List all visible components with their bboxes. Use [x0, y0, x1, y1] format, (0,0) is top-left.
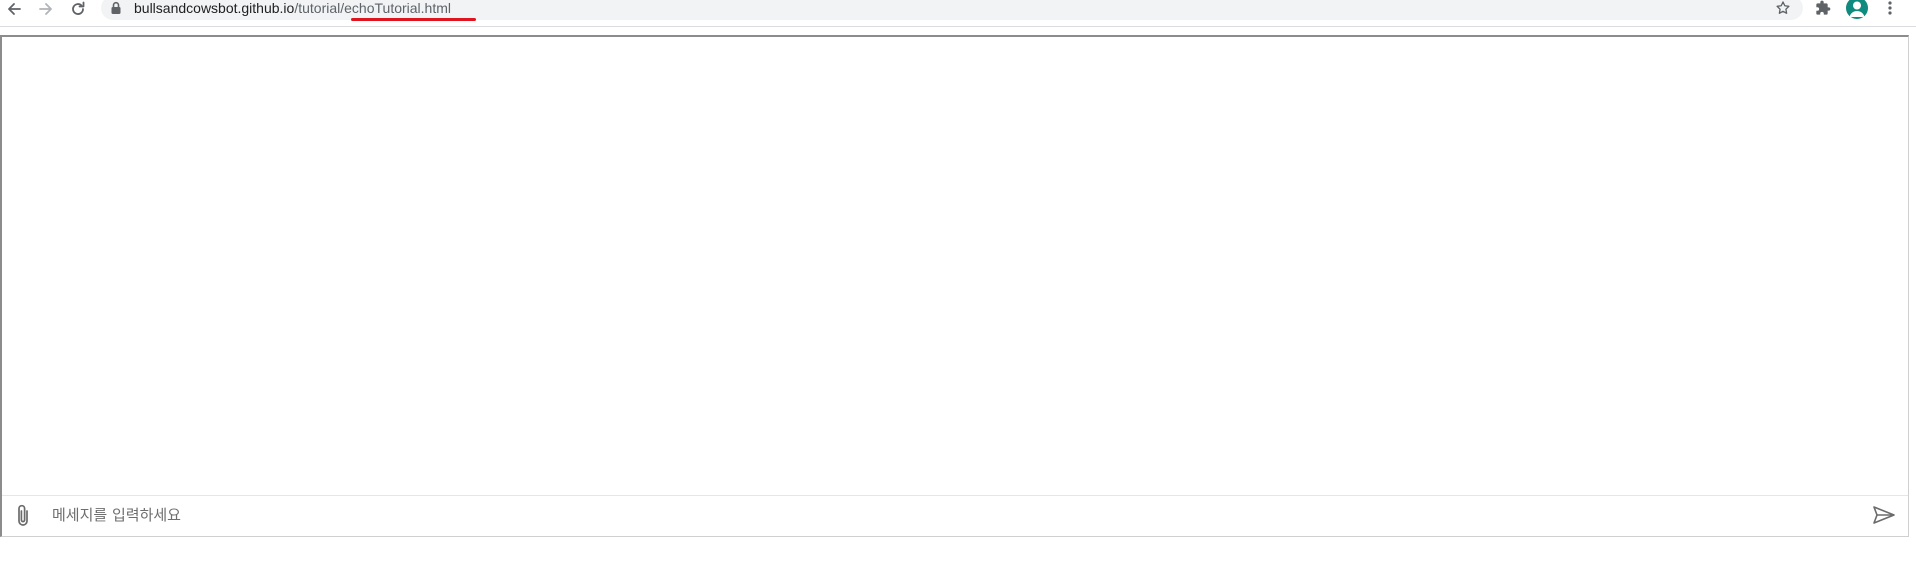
avatar-icon[interactable] [1846, 0, 1868, 19]
paperclip-icon[interactable] [12, 503, 34, 529]
send-icon[interactable] [1872, 505, 1896, 525]
browser-toolbar: bullsandcowsbot.github.io/tutorial/echoT… [0, 0, 1916, 27]
url-text: bullsandcowsbot.github.io/tutorial/echoT… [134, 0, 451, 16]
url-host: bullsandcowsbot.github.io [134, 0, 295, 16]
arrow-right-icon [39, 2, 52, 15]
star-icon[interactable] [1775, 0, 1791, 16]
puzzle-icon[interactable] [1815, 0, 1831, 16]
url-highlight-underline [351, 18, 476, 21]
arrow-left-icon [8, 2, 21, 15]
chat-messages-area [2, 37, 1908, 497]
message-input[interactable] [52, 502, 1832, 528]
url-path: /tutorial/echoTutorial.html [294, 0, 452, 16]
message-composer [2, 495, 1908, 536]
chat-window [0, 35, 1909, 537]
reload-button[interactable] [64, 0, 92, 17]
reload-icon [72, 1, 85, 15]
back-button[interactable] [0, 0, 28, 17]
lock-icon [111, 1, 121, 14]
kebab-icon[interactable] [1882, 0, 1898, 16]
forward-button[interactable] [32, 0, 60, 17]
profile-silhouette-icon [1849, 1, 1865, 17]
